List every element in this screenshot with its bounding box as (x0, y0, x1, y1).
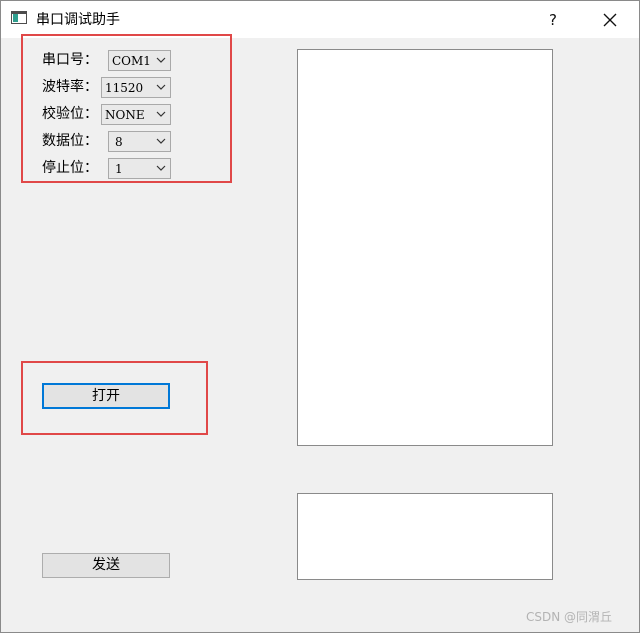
chevron-down-icon (156, 165, 166, 171)
stop-bits-select[interactable]: 1 (108, 158, 171, 179)
parity-label: 校验位： (42, 106, 98, 122)
main-window: 串口调试助手 ? 串口号： COM1 波特率： 11520 校验位： NONE (0, 0, 640, 633)
port-select-value: COM1 (112, 54, 151, 68)
data-bits-select[interactable]: 8 (108, 131, 171, 152)
data-bits-select-value: 8 (115, 135, 123, 149)
chevron-down-icon (156, 84, 166, 90)
data-bits-label: 数据位： (42, 133, 98, 149)
chevron-down-icon (156, 57, 166, 63)
send-button[interactable]: 发送 (42, 553, 170, 578)
port-label: 串口号： (42, 52, 98, 68)
open-button[interactable]: 打开 (42, 383, 170, 409)
help-button[interactable]: ? (541, 9, 565, 31)
parity-select[interactable]: NONE (101, 104, 171, 125)
chevron-down-icon (156, 111, 166, 117)
title-bar: 串口调试助手 ? (1, 1, 639, 38)
stop-bits-label: 停止位： (42, 160, 98, 176)
baud-select[interactable]: 11520 (101, 77, 171, 98)
receive-textarea[interactable] (297, 49, 553, 446)
port-select[interactable]: COM1 (108, 50, 171, 71)
parity-select-value: NONE (105, 108, 145, 122)
window-title: 串口调试助手 (36, 12, 120, 28)
baud-label: 波特率： (42, 79, 98, 95)
chevron-down-icon (156, 138, 166, 144)
app-icon (11, 11, 27, 24)
baud-select-value: 11520 (105, 81, 144, 95)
stop-bits-select-value: 1 (115, 162, 123, 176)
watermark-text: CSDN @同渭丘 (526, 610, 613, 624)
close-icon[interactable] (596, 7, 624, 33)
send-textarea[interactable] (297, 493, 553, 580)
